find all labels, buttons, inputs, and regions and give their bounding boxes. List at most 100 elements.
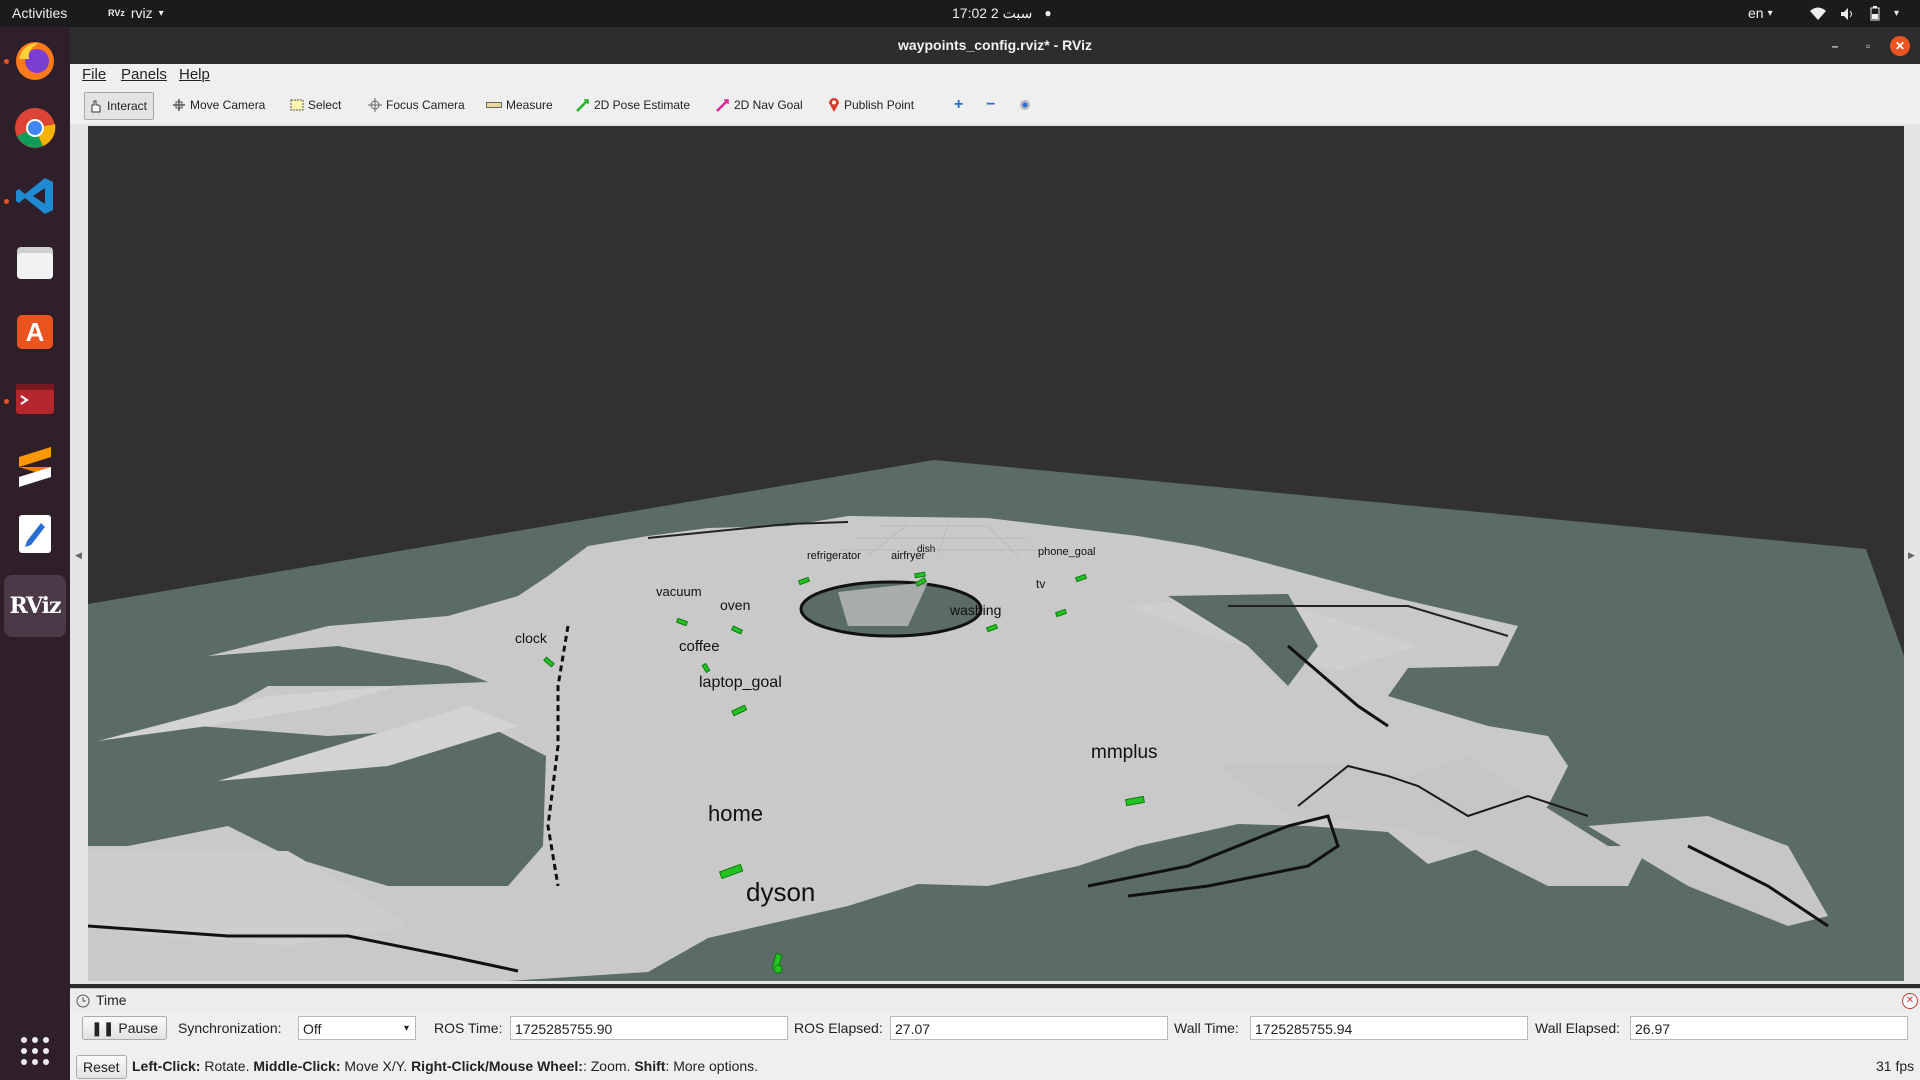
pose-estimate-button[interactable]: 2D Pose Estimate: [572, 92, 696, 118]
minimize-icon[interactable]: –: [1825, 36, 1845, 56]
text-editor-icon[interactable]: [9, 507, 61, 559]
clock-label: 17:02 2 سبت: [952, 5, 1033, 21]
tool-properties-icon[interactable]: [1014, 92, 1038, 118]
move-camera-icon: [173, 99, 185, 111]
rviz-icon[interactable]: RViz: [4, 575, 66, 637]
nav-goal-label: 2D Nav Goal: [734, 98, 803, 112]
sync-value: Off: [303, 1021, 322, 1037]
rviz-mini-icon: RVz: [108, 8, 125, 18]
measure-button[interactable]: Measure: [482, 92, 559, 118]
wall-elapsed-label: Wall Elapsed:: [1535, 1020, 1621, 1036]
crosshair-icon: [368, 98, 382, 112]
pink-arrow-icon: [716, 99, 729, 112]
wall-time-field[interactable]: 1725285755.94: [1250, 1016, 1528, 1040]
interact-tool-button[interactable]: Interact: [84, 92, 155, 120]
select-button[interactable]: Select: [286, 92, 347, 118]
restore-icon[interactable]: ▫: [1858, 36, 1878, 56]
fps-counter: 31 fps: [1876, 1058, 1915, 1074]
time-panel: ❚❚ Pause Synchronization: Off ▾ ROS Time…: [70, 1012, 1920, 1052]
reset-button[interactable]: Reset: [76, 1055, 127, 1079]
hint-middle-click-desc: Move X/Y.: [340, 1058, 412, 1074]
dock: A RViz: [0, 27, 70, 1080]
status-hint: Left-Click: Rotate. Middle-Click: Move X…: [132, 1058, 758, 1074]
chevron-down-icon: ▾: [1894, 8, 1900, 19]
focus-camera-button[interactable]: Focus Camera: [364, 92, 471, 118]
files-icon[interactable]: [9, 237, 61, 289]
hint-right-click-desc: : Zoom.: [582, 1058, 635, 1074]
menu-panels[interactable]: Panels: [121, 66, 167, 83]
sync-label: Synchronization:: [178, 1020, 282, 1036]
publish-point-button[interactable]: Publish Point: [824, 92, 920, 118]
waypoint-label: tv: [1036, 577, 1045, 591]
firefox-icon[interactable]: [9, 35, 61, 87]
chevron-down-icon: ▾: [158, 8, 164, 19]
waypoint-label: airfryer: [891, 550, 926, 562]
pause-button[interactable]: ❚❚ Pause: [82, 1016, 168, 1040]
waypoint-label: vacuum: [656, 584, 702, 599]
ros-time-field[interactable]: 1725285755.90: [510, 1016, 788, 1040]
app-menu[interactable]: RVz rviz ▾: [108, 0, 164, 27]
clock-icon: [76, 994, 90, 1008]
battery-icon: [1870, 6, 1880, 21]
vscode-icon[interactable]: [9, 170, 61, 222]
green-arrow-icon: [576, 99, 589, 112]
hint-middle-click: Middle-Click:: [253, 1058, 341, 1074]
system-tray[interactable]: ▾: [1810, 0, 1899, 27]
language-selector[interactable]: en ▾: [1748, 0, 1773, 27]
add-tool-icon[interactable]: +: [950, 92, 969, 118]
focus-camera-label: Focus Camera: [386, 98, 465, 112]
map-pin-icon: [829, 98, 839, 112]
close-icon[interactable]: ✕: [1890, 36, 1910, 56]
measure-label: Measure: [506, 98, 553, 112]
move-camera-button[interactable]: Move Camera: [168, 92, 271, 118]
svg-text:A: A: [26, 317, 45, 347]
ros-elapsed-field[interactable]: 27.07: [890, 1016, 1168, 1040]
show-apps-icon[interactable]: [9, 1025, 61, 1077]
map-scene: refrigerator dish airfryer phone_goal tv…: [88, 460, 1904, 981]
chrome-icon[interactable]: [9, 102, 61, 154]
menu-file[interactable]: File: [82, 66, 106, 83]
terminal-icon[interactable]: [9, 372, 61, 424]
chevron-down-icon: ▾: [403, 1023, 409, 1034]
waypoint-arrow: [773, 964, 783, 974]
wall-time-label: Wall Time:: [1174, 1020, 1239, 1036]
waypoint-label: coffee: [679, 638, 720, 655]
hint-shift-desc: : More options.: [665, 1058, 759, 1074]
wifi-icon: [1810, 7, 1826, 20]
right-dock-handle-icon[interactable]: ▶: [1908, 550, 1915, 561]
ros-time-label: ROS Time:: [434, 1020, 503, 1036]
hint-shift: Shift: [634, 1058, 666, 1074]
language-label: en: [1748, 5, 1764, 21]
remove-tool-icon[interactable]: −: [982, 92, 1001, 118]
3d-render-view[interactable]: refrigerator dish airfryer phone_goal tv…: [88, 126, 1904, 981]
system-top-bar: Activities RVz rviz ▾ 17:02 2 سبت ● en ▾…: [0, 0, 1920, 27]
notification-dot-icon: ●: [1044, 6, 1052, 20]
waypoint-label: mmplus: [1091, 742, 1158, 763]
clock[interactable]: 17:02 2 سبت ●: [952, 0, 1052, 27]
waypoint-label: laptop_goal: [699, 674, 782, 691]
left-dock-handle-icon[interactable]: ◀: [75, 550, 82, 561]
pause-label: Pause: [118, 1020, 159, 1036]
hand-pointer-icon: [91, 100, 101, 113]
time-panel-title: Time: [96, 992, 127, 1008]
ros-elapsed-label: ROS Elapsed:: [794, 1020, 883, 1036]
nav-goal-button[interactable]: 2D Nav Goal: [712, 92, 809, 118]
interact-label: Interact: [107, 99, 148, 113]
activities-button[interactable]: Activities: [12, 0, 67, 27]
window-titlebar[interactable]: waypoints_config.rviz* - RViz – ▫ ✕: [70, 27, 1920, 64]
volume-icon: [1841, 7, 1852, 20]
hint-right-click: Right-Click/Mouse Wheel:: [411, 1058, 583, 1074]
software-icon[interactable]: A: [9, 305, 61, 357]
menu-help[interactable]: Help: [179, 66, 210, 83]
waypoint-label: dyson: [746, 877, 815, 907]
wall-elapsed-field[interactable]: 26.97: [1630, 1016, 1908, 1040]
close-panel-icon[interactable]: ✕: [1902, 993, 1918, 1009]
waypoint-label: home: [708, 801, 763, 826]
ruler-icon: [486, 102, 502, 108]
sublime-icon[interactable]: [9, 439, 61, 491]
time-panel-header: Time ✕: [70, 988, 1920, 1013]
waypoint-label: refrigerator: [807, 550, 861, 562]
waypoint-label: oven: [720, 597, 750, 613]
sync-select[interactable]: Off ▾: [298, 1016, 416, 1040]
select-label: Select: [308, 98, 342, 112]
